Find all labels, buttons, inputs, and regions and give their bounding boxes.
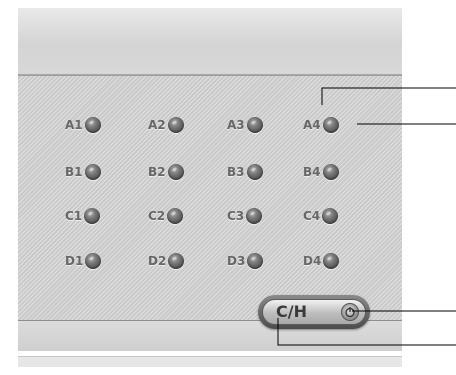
key-c3[interactable]: C3 <box>227 208 263 224</box>
device-panel: A1 A2 A3 A4 B1 B2 B3 B4 C1 C2 C3 C4 D1 D… <box>18 2 402 372</box>
key-button-icon[interactable] <box>167 164 184 180</box>
keypad-panel: A1 A2 A3 A4 B1 B2 B3 B4 C1 C2 C3 C4 D1 D… <box>18 75 402 321</box>
key-c2[interactable]: C2 <box>148 208 184 224</box>
key-d3[interactable]: D3 <box>227 253 264 269</box>
key-label: D2 <box>148 254 167 268</box>
key-b1[interactable]: B1 <box>65 164 101 180</box>
key-label: A2 <box>148 118 166 132</box>
power-switch-label: C/H <box>276 302 307 321</box>
key-button-icon[interactable] <box>322 164 339 180</box>
key-label: B2 <box>148 165 166 179</box>
key-label: D3 <box>227 254 246 268</box>
key-button-icon[interactable] <box>322 208 339 224</box>
key-button-icon[interactable] <box>84 117 101 133</box>
key-b4[interactable]: B4 <box>303 164 339 180</box>
key-label: C4 <box>303 209 321 223</box>
key-b2[interactable]: B2 <box>148 164 184 180</box>
key-button-icon[interactable] <box>246 208 263 224</box>
key-label: D1 <box>65 254 84 268</box>
top-bar <box>18 8 402 75</box>
key-button-icon[interactable] <box>167 117 184 133</box>
key-c4[interactable]: C4 <box>303 208 339 224</box>
key-button-icon[interactable] <box>84 164 101 180</box>
key-label: B4 <box>303 165 321 179</box>
key-d1[interactable]: D1 <box>65 253 102 269</box>
power-switch[interactable]: C/H <box>258 295 370 329</box>
key-button-icon[interactable] <box>246 117 263 133</box>
key-label: A3 <box>227 118 245 132</box>
key-d4[interactable]: D4 <box>303 253 340 269</box>
key-button-icon[interactable] <box>322 117 339 133</box>
key-a3[interactable]: A3 <box>227 117 263 133</box>
key-a1[interactable]: A1 <box>65 117 101 133</box>
key-button-icon[interactable] <box>246 164 263 180</box>
key-label: B1 <box>65 165 83 179</box>
key-button-icon[interactable] <box>85 253 102 269</box>
power-switch-face: C/H <box>262 299 366 325</box>
key-label: A4 <box>303 118 321 132</box>
power-icon[interactable] <box>341 303 359 321</box>
key-a2[interactable]: A2 <box>148 117 184 133</box>
key-label: B3 <box>227 165 245 179</box>
key-button-icon[interactable] <box>84 208 101 224</box>
key-label: A1 <box>65 118 83 132</box>
key-button-icon[interactable] <box>167 208 184 224</box>
key-label: C3 <box>227 209 245 223</box>
key-label: D4 <box>303 254 322 268</box>
key-button-icon[interactable] <box>168 253 185 269</box>
key-a4[interactable]: A4 <box>303 117 339 133</box>
key-d2[interactable]: D2 <box>148 253 185 269</box>
key-label: C2 <box>148 209 166 223</box>
key-button-icon[interactable] <box>247 253 264 269</box>
key-label: C1 <box>65 209 83 223</box>
bottom-strip <box>18 356 402 367</box>
key-c1[interactable]: C1 <box>65 208 101 224</box>
key-button-icon[interactable] <box>323 253 340 269</box>
key-b3[interactable]: B3 <box>227 164 263 180</box>
